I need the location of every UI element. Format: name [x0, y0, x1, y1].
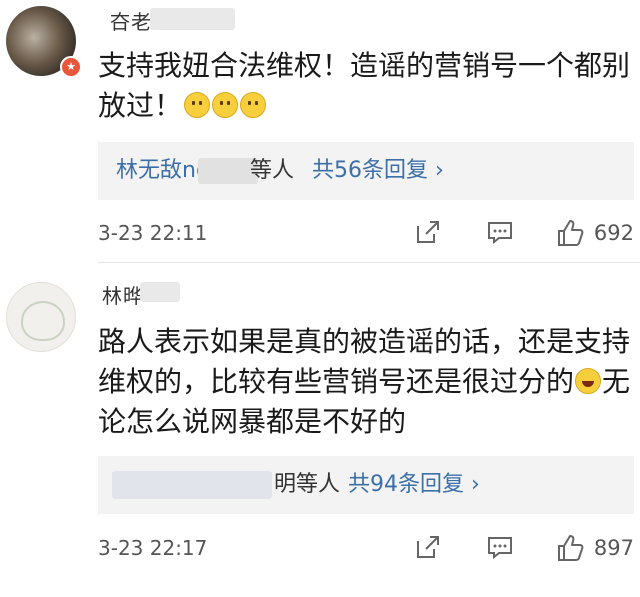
comment-footer: 3-23 22:11 692 — [98, 216, 634, 252]
comment-icon[interactable] — [486, 533, 514, 561]
thumbs-up-icon[interactable] — [556, 218, 586, 248]
avatar[interactable]: ★ — [6, 6, 82, 82]
blurred-reply-name — [198, 158, 258, 184]
like-count: 897 — [593, 536, 634, 560]
comment-text-line: 维权的，比较有些营销号还是很过分的 — [98, 365, 575, 398]
comment-time: 3-23 22:17 — [98, 536, 208, 560]
smile-emoji-icon — [240, 92, 267, 118]
verified-badge-icon: ★ — [60, 56, 82, 78]
comment-text-line: 无 — [602, 365, 631, 398]
username[interactable]: 林晔 — [102, 280, 144, 309]
comment-item: ★ 夻老 支持我妞合法维权！造谣的营销号一个都别 放过！ 林无敌now 等人 共… — [0, 0, 640, 258]
smile-emoji-icon — [184, 92, 211, 118]
comment-item: 林晔 路人表示如果是真的被造谣的话，还是支持 维权的，比较有些营销号还是很过分的… — [0, 270, 640, 597]
comment-time: 3-23 22:11 — [98, 221, 208, 245]
comment-footer: 3-23 22:17 897 — [98, 531, 634, 567]
comment-text-line: 路人表示如果是真的被造谣的话，还是支持 — [98, 325, 631, 358]
comment-text-line: 放过！ — [98, 89, 183, 122]
comment-text-line: 支持我妞合法维权！造谣的营销号一个都别 — [98, 49, 631, 82]
reply-preview[interactable]: 林无敌now 等人 共56条回复 › — [98, 142, 634, 200]
username[interactable]: 夻老 — [110, 6, 152, 35]
divider — [98, 262, 640, 263]
smile-emoji-icon — [212, 92, 239, 118]
reply-preview[interactable]: 明等人 共94条回复 › — [98, 456, 634, 514]
comment-content: 路人表示如果是真的被造谣的话，还是支持 维权的，比较有些营销号还是很过分的无 论… — [98, 322, 634, 442]
blurred-username — [150, 8, 235, 30]
share-icon[interactable] — [414, 533, 442, 561]
thumbs-up-icon[interactable] — [556, 533, 586, 563]
reply-others-label: 明等人 — [274, 472, 341, 497]
comment-text-line: 论怎么说网暴都是不好的 — [98, 405, 407, 438]
reply-count-link[interactable]: 共94条回复 › — [348, 456, 480, 514]
comment-icon[interactable] — [486, 218, 514, 246]
blurred-username — [140, 282, 180, 302]
laugh-emoji-icon — [575, 368, 602, 394]
avatar[interactable] — [6, 282, 76, 352]
share-icon[interactable] — [414, 218, 442, 246]
reply-others-label: 等人 — [250, 158, 295, 183]
blurred-reply-name — [112, 471, 272, 499]
like-count: 692 — [593, 221, 634, 245]
reply-count-link[interactable]: 共56条回复 › — [312, 142, 444, 200]
avatar-image — [21, 301, 65, 341]
comment-content: 支持我妞合法维权！造谣的营销号一个都别 放过！ — [98, 46, 634, 126]
